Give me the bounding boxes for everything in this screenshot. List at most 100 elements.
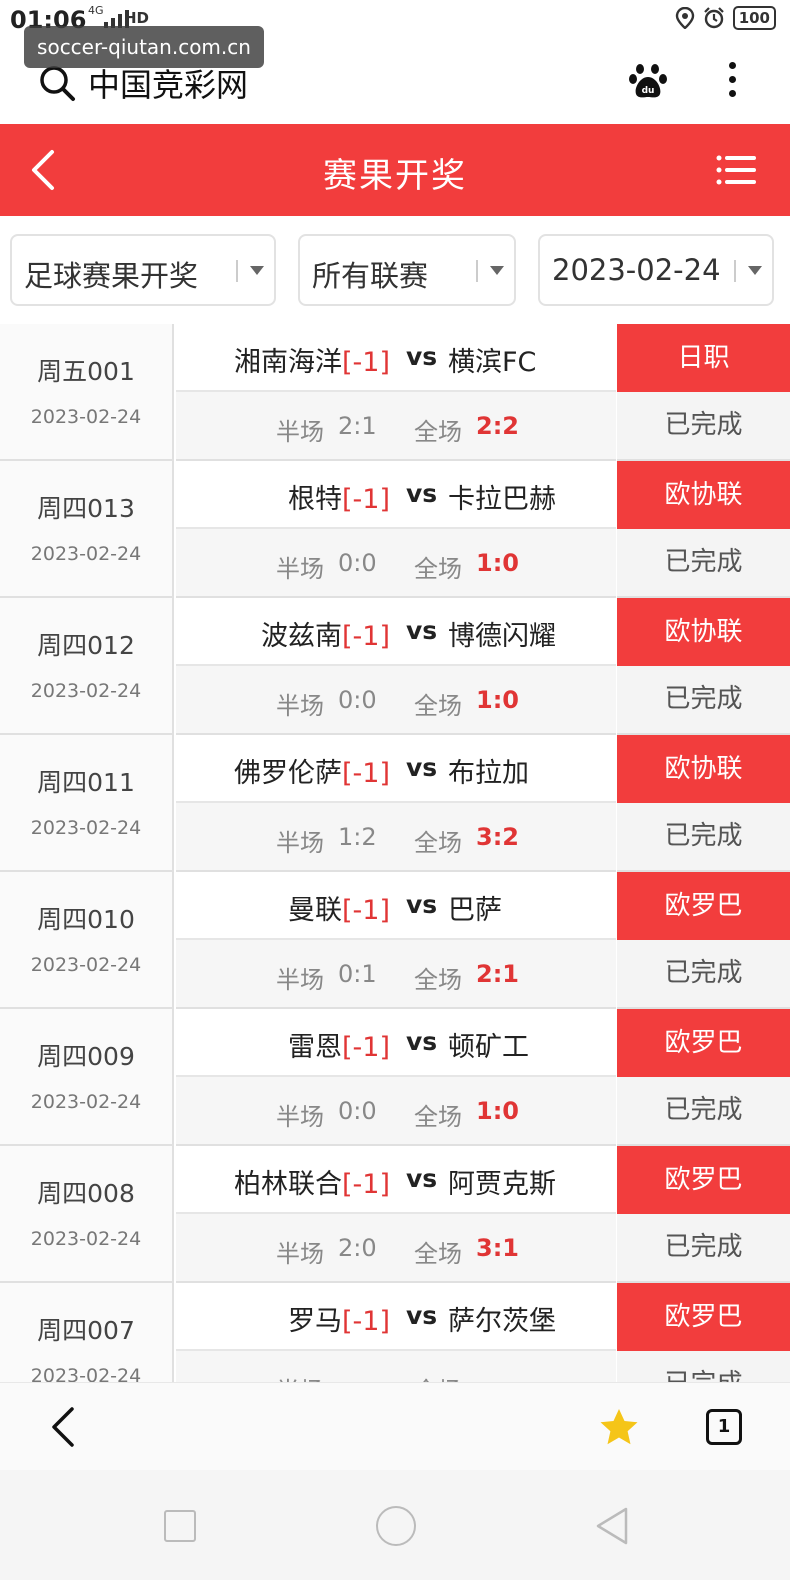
score-row: 半场 2:1 全场 2:2 xyxy=(176,392,616,461)
home-team-name: 根特 xyxy=(288,484,342,515)
match-number: 周四010 xyxy=(37,905,135,934)
search-icon[interactable] xyxy=(38,64,76,102)
app-header: 赛果开奖 xyxy=(0,124,790,216)
match-row[interactable]: 周四009 2023-02-24 雷恩[-1] vs 顿矿工 半场 0:0 全场… xyxy=(0,1009,790,1146)
away-team: 萨尔茨堡 xyxy=(448,1306,556,1337)
home-team: 湘南海洋[-1] xyxy=(234,340,390,379)
svg-text:du: du xyxy=(642,86,655,96)
handicap: [-1] xyxy=(342,484,390,515)
home-team: 波兹南[-1] xyxy=(261,614,390,653)
home-team-name: 柏林联合 xyxy=(234,1169,342,1200)
match-row[interactable]: 周四012 2023-02-24 波兹南[-1] vs 博德闪耀 半场 0:0 … xyxy=(0,598,790,735)
score-row: 半场 1:2 全场 3:2 xyxy=(176,803,616,872)
page: 01:06 4G HD 100 soccer-qiutan.com.cn 中国竞… xyxy=(0,0,790,1580)
match-row[interactable]: 周五001 2023-02-24 湘南海洋[-1] vs 横滨FC 半场 2:1… xyxy=(0,324,790,461)
handicap: [-1] xyxy=(342,621,390,652)
score-row: 半场 0:0 全场 1:0 xyxy=(176,1077,616,1146)
more-menu-icon[interactable] xyxy=(726,58,738,102)
full-time-score: 3:1 xyxy=(476,1234,519,1262)
caret-down-icon xyxy=(748,266,762,275)
home-team-name: 曼联 xyxy=(288,895,342,926)
home-team: 柏林联合[-1] xyxy=(234,1162,390,1201)
away-team: 博德闪耀 xyxy=(448,621,556,652)
full-time-label: 全场 xyxy=(414,1240,462,1268)
match-date: 2023-02-24 xyxy=(30,406,142,428)
baidu-paw-icon[interactable]: du xyxy=(628,60,668,100)
teams-row: 柏林联合[-1] vs 阿贾克斯 xyxy=(176,1146,616,1214)
match-list[interactable]: 周五001 2023-02-24 湘南海洋[-1] vs 横滨FC 半场 2:1… xyxy=(0,324,790,1382)
half-time-label: 半场 xyxy=(276,1371,324,1382)
league-select[interactable]: 所有联赛 xyxy=(298,234,516,306)
home-team-name: 佛罗伦萨 xyxy=(234,758,342,789)
handicap: [-1] xyxy=(342,895,390,926)
match-date: 2023-02-24 xyxy=(30,817,142,839)
score-row: 半场 全场 xyxy=(176,1351,616,1382)
favorite-star-icon[interactable] xyxy=(598,1407,640,1447)
hd-indicator: HD xyxy=(124,9,150,27)
date-select[interactable]: 2023-02-24 xyxy=(538,234,774,306)
league-badge: 欧罗巴 xyxy=(617,1009,790,1077)
divider xyxy=(236,260,238,282)
recent-apps-icon[interactable] xyxy=(164,1510,196,1542)
full-time-label: 全场 xyxy=(414,1371,462,1382)
full-time-label: 全场 xyxy=(414,829,462,857)
half-time-label: 半场 xyxy=(276,1103,324,1131)
home-team-name: 波兹南 xyxy=(261,621,342,652)
league-badge: 欧协联 xyxy=(617,598,790,666)
match-status: 已完成 xyxy=(617,1077,790,1146)
home-team: 根特[-1] xyxy=(288,477,390,516)
full-time-label: 全场 xyxy=(414,418,462,446)
match-number: 周四012 xyxy=(37,631,135,660)
match-number: 周四009 xyxy=(37,1042,135,1071)
away-team: 布拉加 xyxy=(448,758,529,789)
league-badge: 日职 xyxy=(617,324,790,392)
match-status: 已完成 xyxy=(617,666,790,735)
vs-label: vs xyxy=(406,1301,438,1330)
match-status: 已完成 xyxy=(617,392,790,461)
match-info-cell: 周五001 2023-02-24 xyxy=(0,324,174,461)
tab-count-button[interactable]: 1 xyxy=(706,1409,742,1445)
match-row[interactable]: 周四011 2023-02-24 佛罗伦萨[-1] vs 布拉加 半场 1:2 … xyxy=(0,735,790,872)
match-row[interactable]: 周四013 2023-02-24 根特[-1] vs 卡拉巴赫 半场 0:0 全… xyxy=(0,461,790,598)
date-select-value: 2023-02-24 xyxy=(552,253,721,287)
half-time-label: 半场 xyxy=(276,966,324,994)
category-select-value: 足球赛果开奖 xyxy=(24,259,199,293)
league-badge: 欧罗巴 xyxy=(617,1283,790,1351)
teams-row: 罗马[-1] vs 萨尔茨堡 xyxy=(176,1283,616,1351)
full-time-score: 2:2 xyxy=(476,412,519,440)
home-team: 曼联[-1] xyxy=(288,888,390,927)
league-select-value: 所有联赛 xyxy=(312,259,429,293)
away-team: 巴萨 xyxy=(448,895,502,926)
half-time-score: 1:2 xyxy=(338,823,377,851)
location-icon xyxy=(675,7,694,29)
browser-back-icon[interactable] xyxy=(48,1405,78,1449)
match-info-cell: 周四007 2023-02-24 xyxy=(0,1283,174,1382)
half-time-score: 2:0 xyxy=(338,1234,377,1262)
caret-down-icon xyxy=(250,266,264,275)
home-icon[interactable] xyxy=(376,1506,416,1546)
vs-label: vs xyxy=(406,479,438,508)
filter-bar: 足球赛果开奖 所有联赛 2023-02-24 xyxy=(0,216,790,324)
home-team: 佛罗伦萨[-1] xyxy=(234,751,390,790)
match-status: 已完成 xyxy=(617,940,790,1009)
match-info-cell: 周四010 2023-02-24 xyxy=(0,872,174,1009)
full-time-score: 1:0 xyxy=(476,686,519,714)
home-team-name: 罗马 xyxy=(288,1306,342,1337)
league-badge: 欧协联 xyxy=(617,735,790,803)
match-row[interactable]: 周四010 2023-02-24 曼联[-1] vs 巴萨 半场 0:1 全场 … xyxy=(0,872,790,1009)
match-number: 周四008 xyxy=(37,1179,135,1208)
handicap: [-1] xyxy=(342,347,390,378)
league-badge: 欧罗巴 xyxy=(617,1146,790,1214)
score-row: 半场 0:0 全场 1:0 xyxy=(176,666,616,735)
category-select[interactable]: 足球赛果开奖 xyxy=(10,234,276,306)
score-row: 半场 2:0 全场 3:1 xyxy=(176,1214,616,1283)
match-row[interactable]: 周四008 2023-02-24 柏林联合[-1] vs 阿贾克斯 半场 2:0… xyxy=(0,1146,790,1283)
teams-row: 波兹南[-1] vs 博德闪耀 xyxy=(176,598,616,666)
vs-label: vs xyxy=(406,890,438,919)
vs-label: vs xyxy=(406,753,438,782)
match-date: 2023-02-24 xyxy=(30,1091,142,1113)
match-info-cell: 周四009 2023-02-24 xyxy=(0,1009,174,1146)
match-row[interactable]: 周四007 2023-02-24 罗马[-1] vs 萨尔茨堡 半场 全场 欧罗… xyxy=(0,1283,790,1382)
list-menu-icon[interactable] xyxy=(716,154,756,186)
system-back-icon[interactable] xyxy=(594,1506,630,1546)
